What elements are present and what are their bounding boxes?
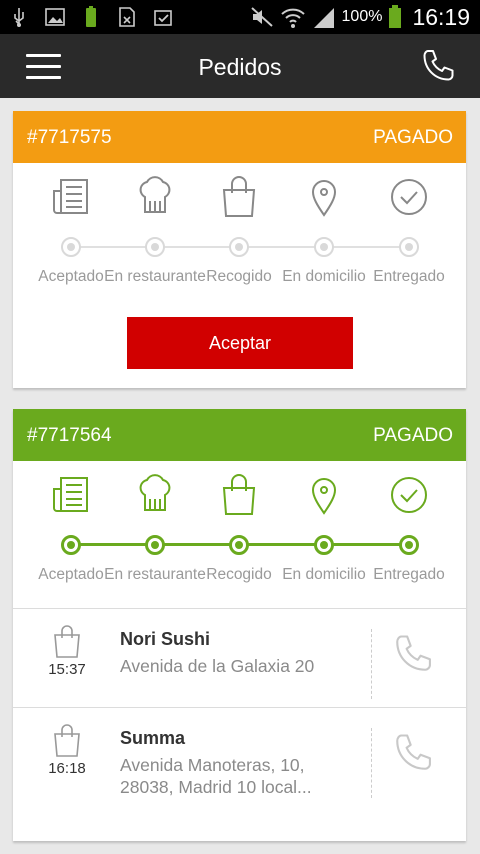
progress-step-dot (229, 237, 249, 257)
shopping-bag-icon (222, 474, 256, 515)
progress-track (13, 237, 466, 257)
delivery-list-item[interactable]: 15:37 Nori Sushi Avenida de la Galaxia 2… (13, 608, 466, 722)
progress-step-label: En domicilio (282, 268, 366, 285)
progress-step-label: Entregado (373, 566, 445, 583)
check-circle-icon (391, 179, 427, 215)
progress-step-label: En domicilio (282, 566, 366, 583)
chef-hat-icon (139, 474, 171, 511)
order-id: #7717575 (27, 127, 112, 148)
progress-step-dot (399, 535, 419, 555)
phone-icon[interactable] (392, 633, 434, 675)
progress-step-dot (145, 237, 165, 257)
usb-icon (14, 8, 24, 27)
order-card-header: #7717564 PAGADO (13, 409, 466, 461)
restaurant-name: Nori Sushi (120, 629, 211, 649)
progress-step-dot (61, 237, 81, 257)
progress-step-dot (314, 535, 334, 555)
shopping-bag-icon (222, 176, 256, 217)
order-card-header: #7717575 PAGADO (13, 111, 466, 163)
progress-icons (13, 175, 466, 219)
progress-step-dot (145, 535, 165, 555)
restaurant-name: Summa (120, 728, 186, 748)
progress-step-dot (314, 237, 334, 257)
clipboard-check-icon (154, 10, 172, 26)
progress-step-label: Aceptado (38, 268, 104, 285)
image-icon (45, 8, 65, 26)
progress-step-label: Entregado (373, 268, 445, 285)
shopping-bag-icon (54, 724, 80, 757)
sim-icon (119, 7, 135, 27)
clock: 16:19 (412, 3, 470, 30)
progress-labels: Aceptado En restaurante Recogido En domicil… (13, 566, 466, 586)
progress-step-dot (61, 535, 81, 555)
receipt-icon (53, 179, 88, 214)
progress-step-label: Aceptado (38, 566, 104, 583)
receipt-icon (53, 477, 88, 512)
delivery-address: Avenida de la Galaxia 20 (120, 656, 315, 676)
progress-step-label: Recogido (206, 268, 272, 285)
divider (371, 728, 372, 798)
progress-track (13, 535, 466, 555)
wifi-icon (280, 8, 305, 28)
progress-labels: Aceptado En restaurante Recogido En domicil… (13, 268, 466, 288)
page-title: Pedidos (198, 54, 282, 80)
order-card[interactable]: #7717564 PAGADO Aceptado En restaurante Re… (13, 409, 466, 841)
progress-step-label: Recogido (206, 566, 272, 583)
shopping-bag-icon (54, 625, 80, 658)
phone-icon[interactable] (420, 48, 456, 84)
location-pin-icon (311, 478, 337, 515)
divider (371, 629, 372, 699)
accept-button[interactable]: Aceptar (127, 317, 353, 369)
phone-icon[interactable] (392, 732, 434, 774)
payment-status: PAGADO (373, 425, 453, 446)
chef-hat-icon (139, 176, 171, 213)
delivery-time: 15:37 (48, 661, 86, 678)
order-card[interactable]: #7717575 PAGADO Aceptado En restaurante Re… (13, 111, 466, 388)
mute-icon (250, 7, 273, 27)
signal-icon (313, 8, 334, 28)
app-toolbar: Pedidos (0, 34, 480, 98)
order-id: #7717564 (27, 425, 112, 446)
progress-step-dot (229, 535, 249, 555)
check-circle-icon (391, 477, 427, 513)
battery-percent: 100% (341, 8, 383, 25)
status-bar: 100% 16:19 (0, 0, 480, 34)
progress-step-dot (399, 237, 419, 257)
delivery-list-item[interactable]: 16:18 Summa Avenida Manoteras, 10, 28038… (13, 707, 466, 821)
progress-step-label: En restaurante (104, 566, 206, 583)
delivery-address: Avenida Manoteras, 10, 28038, Madrid 10 … (120, 755, 312, 797)
battery-full-icon (86, 6, 96, 27)
location-pin-icon (311, 180, 337, 217)
delivery-time: 16:18 (48, 760, 86, 777)
progress-step-label: En restaurante (104, 268, 206, 285)
progress-icons (13, 473, 466, 517)
payment-status: PAGADO (373, 127, 453, 148)
battery-icon (389, 5, 402, 28)
